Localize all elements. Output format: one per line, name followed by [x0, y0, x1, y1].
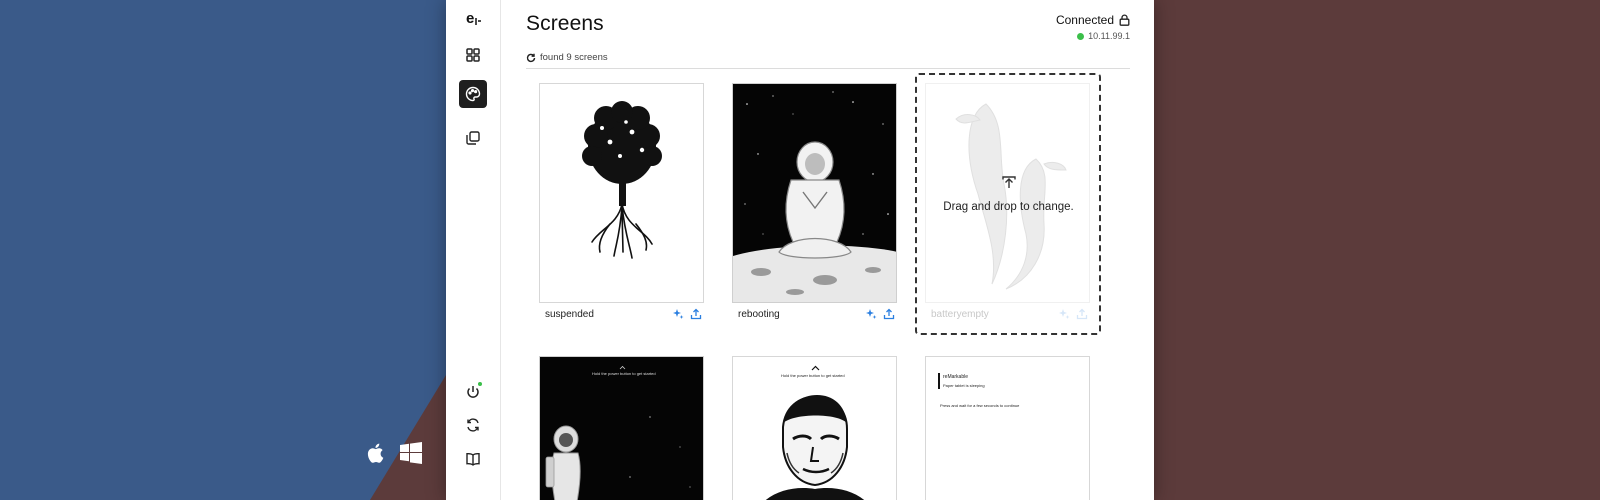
sidebar-item-sync[interactable] [459, 411, 487, 439]
power-status-dot [478, 382, 482, 386]
astronaut-illustration [545, 416, 691, 500]
screen-thumbnail[interactable]: Hold the power button to get started [539, 356, 704, 500]
sidebar-item-screens[interactable] [459, 80, 487, 108]
sparkle-icon[interactable] [865, 308, 877, 320]
book-icon [466, 452, 480, 466]
header-divider [526, 68, 1130, 69]
app-logo-icon[interactable]: e [459, 4, 487, 32]
screen-thumbnail[interactable]: Hold the power button to get started [732, 356, 897, 500]
screen-thumbnail[interactable] [539, 83, 704, 303]
refresh-screens[interactable]: found 9 screens [526, 52, 608, 63]
screen-caption: reMarkable [943, 374, 969, 380]
screen-thumbnail[interactable]: Drag and drop to change. [925, 83, 1090, 303]
accent-bar [938, 373, 940, 389]
screen-label: rebooting [738, 309, 780, 320]
apple-icon [367, 443, 384, 463]
sidebar: e [446, 0, 501, 500]
os-logos [366, 442, 422, 464]
sidebar-item-power[interactable] [459, 378, 487, 406]
connection-label: Connected [1055, 13, 1114, 27]
sparkle-icon[interactable] [1058, 308, 1070, 320]
main-content: Screens Connected 10.11.99.1 found 9 scr… [526, 0, 1130, 500]
drop-instruction: Drag and drop to change. [943, 201, 1074, 213]
screen-subcaption: Paper tablet is sleeping [943, 383, 985, 388]
page-title: Screens [526, 12, 604, 35]
astronaut-illustration [733, 84, 896, 302]
screen-thumbnail[interactable] [732, 83, 897, 303]
chevron-up-icon [811, 365, 820, 371]
lock-icon[interactable] [1119, 14, 1130, 26]
upload-icon [1001, 176, 1016, 188]
screen-card-sleeping[interactable]: reMarkable Paper tablet is sleeping Pres… [925, 356, 1090, 500]
screen-card-suspended[interactable]: suspended [539, 83, 704, 325]
upload-icon[interactable] [883, 308, 895, 320]
screen-thumbnail[interactable]: reMarkable Paper tablet is sleeping Pres… [925, 356, 1090, 500]
status-dot [1077, 32, 1085, 40]
screen-label: suspended [545, 309, 594, 320]
power-icon [467, 386, 479, 398]
drop-overlay: Drag and drop to change. [926, 84, 1089, 302]
screen-card-poweroff[interactable]: Hold the power button to get started [539, 356, 704, 500]
palette-icon [465, 86, 481, 102]
grid-icon [466, 48, 480, 62]
screen-card-batteryempty[interactable]: Drag and drop to change. batteryempty [915, 73, 1101, 335]
screen-note: Press and wait for a few seconds to cont… [940, 403, 1020, 408]
screen-card-portrait[interactable]: Hold the power button to get started [732, 356, 897, 500]
screen-label: batteryempty [931, 309, 989, 320]
screen-caption: Hold the power button to get started [781, 373, 845, 378]
app-window: e Screens Connected 10.11.99.1 found 9 s… [446, 0, 1154, 500]
sparkle-icon[interactable] [672, 308, 684, 320]
screen-card-rebooting[interactable]: rebooting [732, 83, 897, 325]
found-screens-text: found 9 screens [540, 52, 608, 63]
sidebar-item-docs[interactable] [459, 445, 487, 473]
upload-icon[interactable] [1076, 308, 1088, 320]
screen-caption: Hold the power button to get started [592, 371, 656, 376]
copy-icon [466, 131, 480, 145]
refresh-icon [526, 53, 536, 62]
tree-illustration [582, 101, 662, 259]
sidebar-item-dashboard[interactable] [459, 41, 487, 69]
upload-icon[interactable] [690, 308, 702, 320]
ip-address: 10.11.99.1 [1088, 31, 1130, 41]
svg-text:e: e [466, 10, 474, 27]
connection-status: Connected 10.11.99.1 [1056, 13, 1130, 41]
sidebar-item-templates[interactable] [459, 124, 487, 152]
portrait-illustration [766, 395, 864, 500]
windows-icon [400, 442, 422, 464]
sync-icon [467, 418, 479, 432]
